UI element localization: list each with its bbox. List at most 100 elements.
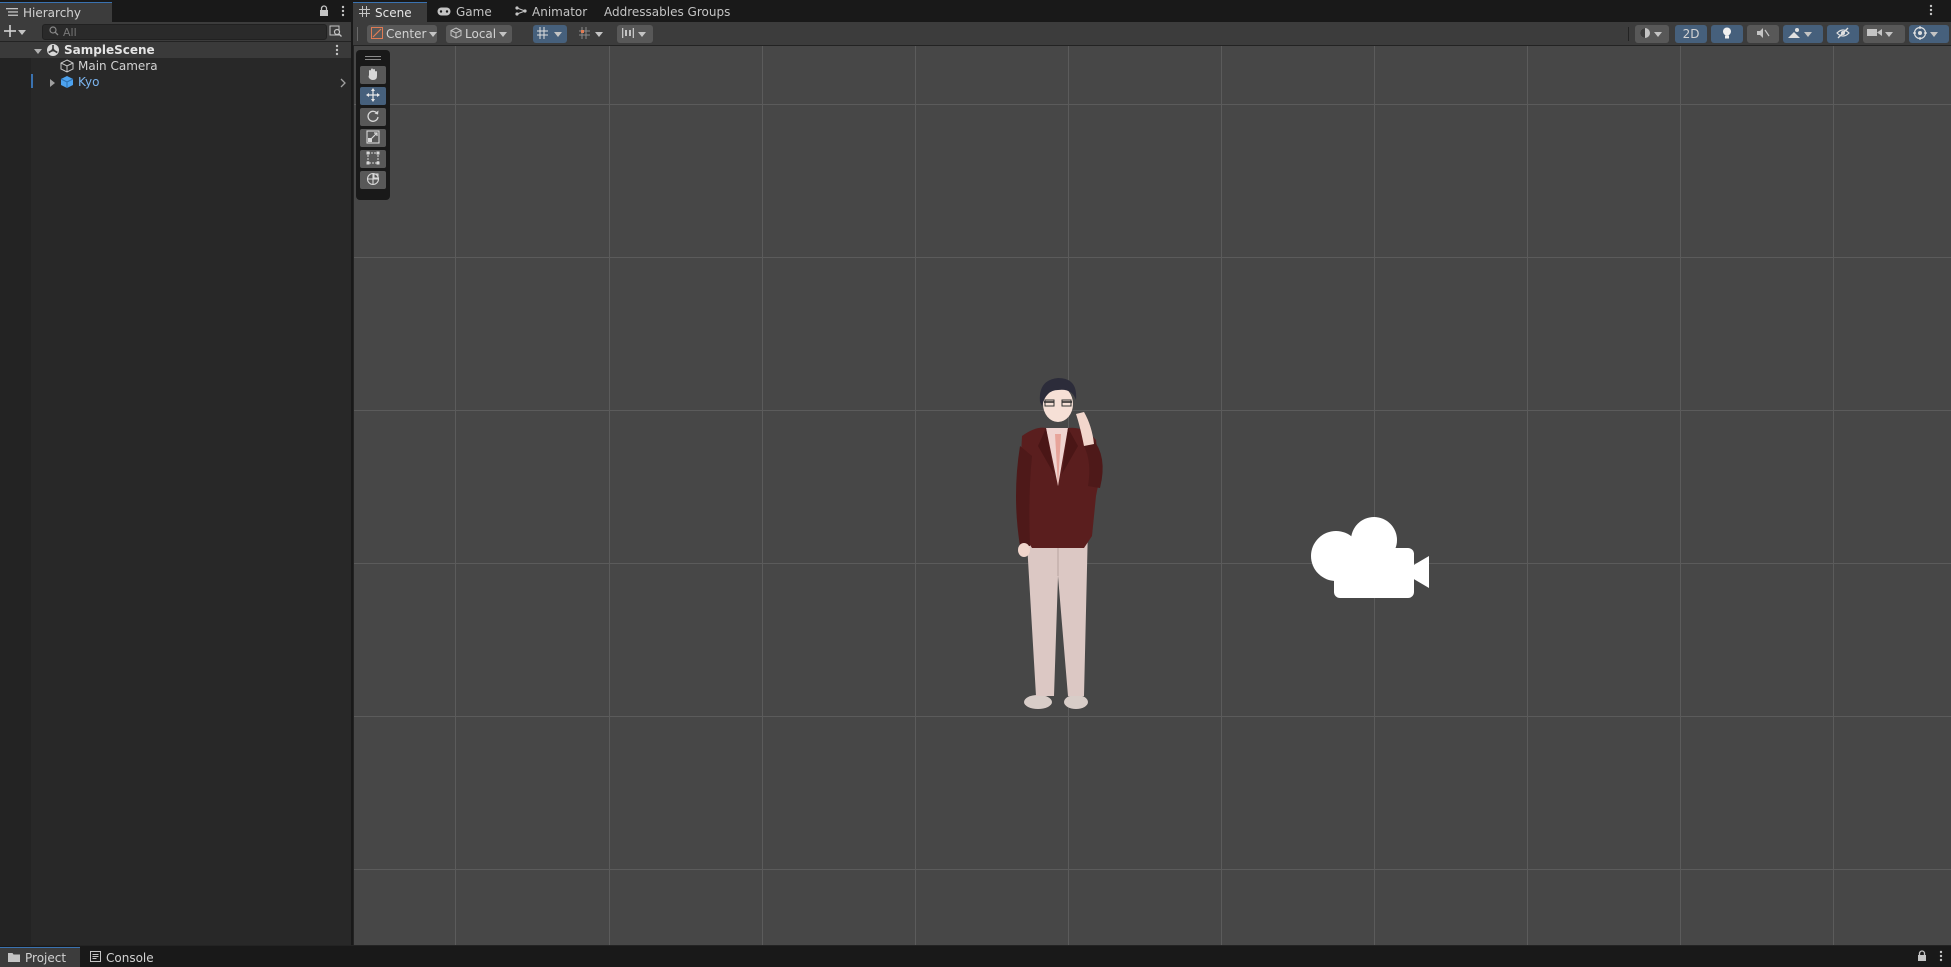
- pivot-space-label: Local: [465, 27, 497, 41]
- tab-addressables-groups[interactable]: Addressables Groups: [598, 2, 736, 22]
- chevron-down-icon: [1654, 31, 1662, 37]
- tab-scene-label: Scene: [375, 5, 412, 20]
- kebab-menu-icon[interactable]: [1939, 950, 1943, 965]
- grid-icon: [359, 5, 370, 20]
- grid-snap-icon: [537, 26, 551, 42]
- create-button[interactable]: [4, 23, 34, 41]
- grid-line: [915, 46, 916, 945]
- expand-down-icon[interactable]: [33, 45, 43, 55]
- chevron-down-icon: [1804, 31, 1812, 37]
- move-arrows-icon: [366, 87, 380, 105]
- tab-console[interactable]: Console: [82, 947, 162, 967]
- prefab-icon: [60, 75, 74, 89]
- overlay-grip[interactable]: [365, 56, 381, 60]
- grid-line: [354, 410, 1951, 411]
- pivot-space-dropdown[interactable]: Local: [446, 25, 512, 43]
- tab-addressables-label: Addressables Groups: [604, 5, 731, 19]
- chevron-down-icon: [1930, 31, 1938, 37]
- tab-hierarchy[interactable]: Hierarchy: [0, 2, 112, 22]
- grid-line: [609, 46, 610, 945]
- hand-icon: [366, 67, 380, 84]
- move-tool-button[interactable]: [360, 87, 386, 105]
- tab-animator[interactable]: Animator: [509, 2, 593, 22]
- hierarchy-tab-tools: [319, 2, 345, 22]
- kebab-menu-icon[interactable]: [341, 5, 345, 20]
- search-input[interactable]: [63, 25, 303, 39]
- gameobject-icon: [60, 59, 74, 73]
- chevron-down-icon: [1885, 31, 1893, 37]
- grid-line: [354, 563, 1951, 564]
- unity-scene-icon: [46, 43, 60, 57]
- bottom-tabbar: Project Console: [0, 945, 1951, 967]
- toolbar-separator: [1628, 27, 1629, 41]
- align-dropdown[interactable]: [617, 25, 653, 43]
- lock-icon[interactable]: [1917, 950, 1927, 965]
- toolbar-grip: [357, 27, 359, 41]
- local-space-icon: [450, 26, 462, 42]
- list-icon: [6, 6, 18, 20]
- video-camera-icon: [1867, 27, 1882, 41]
- hierarchy-item-kyo[interactable]: Kyo: [0, 74, 351, 90]
- kyo-character-sprite[interactable]: [992, 376, 1122, 716]
- chevron-down-icon: [18, 29, 26, 35]
- grid-line: [1680, 46, 1681, 945]
- pivot-center-icon: [371, 26, 383, 42]
- gizmos-dropdown[interactable]: [1909, 25, 1949, 43]
- rotate-tool-button[interactable]: [360, 108, 386, 126]
- item-label: Kyo: [78, 75, 100, 89]
- align-icon: [621, 27, 635, 42]
- lighting-toggle[interactable]: [1711, 25, 1743, 43]
- transform-tool-button[interactable]: [360, 171, 386, 189]
- hierarchy-item-main-camera[interactable]: Main Camera: [0, 58, 351, 74]
- hierarchy-panel: Hierarchy All SampleScene Main Camera Ky…: [0, 0, 351, 945]
- grid-line: [354, 257, 1951, 258]
- scale-icon: [366, 129, 380, 147]
- hierarchy-toolbar: [0, 22, 351, 42]
- tab-animator-label: Animator: [532, 5, 588, 19]
- scene-toolbar: Center Local 2D: [353, 22, 1951, 46]
- effects-dropdown[interactable]: [1783, 25, 1823, 43]
- tab-game-label: Game: [456, 5, 492, 19]
- lock-icon[interactable]: [319, 4, 329, 20]
- scene-kebab-menu-icon[interactable]: [1929, 4, 1933, 19]
- expand-right-icon[interactable]: [47, 77, 57, 87]
- grid-line: [455, 46, 456, 945]
- tab-project[interactable]: Project: [0, 947, 80, 967]
- scene-tabbar: Scene Game Animator Addressables Groups: [353, 0, 1951, 22]
- scene-viewport[interactable]: [353, 46, 1951, 945]
- scene-visibility-toggle[interactable]: [1827, 25, 1859, 43]
- tab-console-label: Console: [106, 950, 154, 965]
- shading-mode-dropdown[interactable]: [1635, 25, 1669, 43]
- search-by-type-button[interactable]: [329, 24, 345, 40]
- animator-icon: [515, 5, 527, 19]
- rect-transform-icon: [366, 151, 380, 168]
- bottom-tab-tools: [1917, 950, 1943, 965]
- main-camera-gizmo-icon[interactable]: [1309, 516, 1439, 616]
- increment-snap-dropdown[interactable]: [575, 25, 609, 43]
- pivot-mode-dropdown[interactable]: Center: [367, 25, 438, 43]
- tab-scene[interactable]: Scene: [353, 2, 427, 22]
- audio-toggle[interactable]: [1747, 25, 1779, 43]
- scene-kebab-icon[interactable]: [335, 44, 339, 59]
- rect-tool-button[interactable]: [360, 150, 386, 168]
- tab-game[interactable]: Game: [431, 2, 498, 22]
- hand-tool-button[interactable]: [360, 66, 386, 84]
- eye-hidden-icon: [1836, 27, 1850, 42]
- grid-line: [1833, 46, 1834, 945]
- grid-line: [1221, 46, 1222, 945]
- pivot-mode-label: Center: [386, 27, 427, 41]
- plus-icon: [4, 24, 16, 40]
- gamepad-icon: [437, 5, 451, 19]
- transform-gizmo-icon: [366, 172, 380, 189]
- chevron-down-icon: [429, 31, 438, 37]
- grid-snap-dropdown[interactable]: [533, 25, 567, 43]
- mode-2d-toggle[interactable]: 2D: [1675, 25, 1707, 43]
- grid-line: [354, 104, 1951, 105]
- chevron-down-icon: [554, 31, 562, 37]
- camera-settings-dropdown[interactable]: [1863, 25, 1905, 43]
- open-prefab-icon[interactable]: [339, 77, 347, 91]
- grid-line: [762, 46, 763, 945]
- scale-tool-button[interactable]: [360, 129, 386, 147]
- chevron-down-icon: [595, 31, 603, 37]
- scene-row[interactable]: SampleScene: [0, 42, 351, 58]
